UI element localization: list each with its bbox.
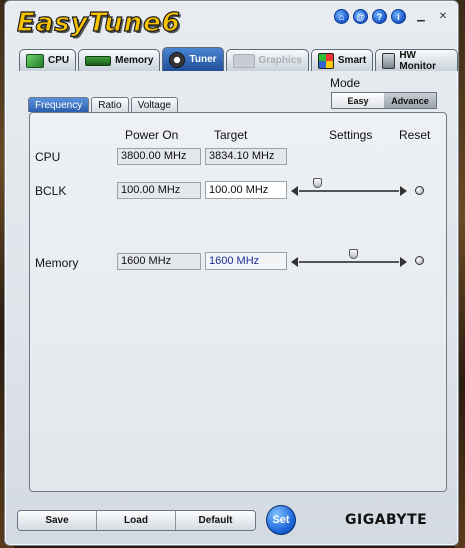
slider-right-arrow-icon[interactable] xyxy=(400,186,407,196)
memory-reset-radio[interactable] xyxy=(415,256,424,265)
tab-hw-monitor[interactable]: HW Monitor xyxy=(375,49,458,72)
frequency-panel xyxy=(29,112,447,492)
header-power-on: Power On xyxy=(125,128,179,142)
cpu-label: CPU xyxy=(35,150,61,164)
slider-track xyxy=(299,261,399,263)
tab-label: Smart xyxy=(337,55,367,66)
header-reset: Reset xyxy=(399,128,431,142)
sub-tabs: Frequency Ratio Voltage xyxy=(28,97,178,112)
mode-toggle: Easy Advance xyxy=(331,92,437,109)
help-icon[interactable]: ? xyxy=(372,9,387,24)
slider-thumb[interactable] xyxy=(312,178,322,188)
tab-label: Memory xyxy=(115,55,154,66)
slider-track xyxy=(299,190,399,192)
tab-label: CPU xyxy=(48,55,70,66)
bclk-power-on-value: 100.00 MHz xyxy=(117,182,201,199)
tab-label: Tuner xyxy=(189,54,217,65)
mode-label: Mode xyxy=(330,76,361,90)
slider-left-arrow-icon[interactable] xyxy=(291,186,298,196)
mode-advance-button[interactable]: Advance xyxy=(384,93,436,108)
app-logo: EasyTune6 xyxy=(16,7,181,38)
close-icon[interactable]: ✕ xyxy=(436,10,450,23)
subtab-voltage[interactable]: Voltage xyxy=(130,97,178,112)
set-button[interactable]: Set xyxy=(266,505,296,535)
cpu-target-value: 3834.10 MHz xyxy=(205,148,287,165)
tab-graphics[interactable]: Graphics xyxy=(225,49,309,71)
slider-thumb[interactable] xyxy=(349,249,359,259)
subtab-ratio[interactable]: Ratio xyxy=(91,97,129,112)
home-icon[interactable]: ⌂ xyxy=(334,9,349,24)
tab-memory[interactable]: Memory xyxy=(78,49,161,71)
slider-right-arrow-icon[interactable] xyxy=(400,257,407,267)
bclk-target-field[interactable]: 100.00 MHz xyxy=(205,181,287,199)
memory-module-icon xyxy=(85,55,112,66)
tuner-gauge-icon xyxy=(169,51,186,68)
load-button[interactable]: Load xyxy=(97,511,176,530)
bclk-reset-radio[interactable] xyxy=(415,186,424,195)
title-bar-icons: ⌂ @ ? i ▁ ✕ xyxy=(334,9,450,24)
cpu-chip-icon xyxy=(26,53,44,68)
slider-left-arrow-icon[interactable] xyxy=(291,257,298,267)
brand-logo: GIGABYTE xyxy=(345,512,428,528)
tab-label: Graphics xyxy=(258,55,302,66)
tab-smart[interactable]: Smart xyxy=(310,49,374,71)
tab-label: HW Monitor xyxy=(399,49,436,72)
memory-slider[interactable] xyxy=(291,249,407,269)
subtab-frequency[interactable]: Frequency xyxy=(28,97,90,112)
bclk-label: BCLK xyxy=(35,184,67,198)
header-target: Target xyxy=(214,128,248,142)
default-button[interactable]: Default xyxy=(176,511,255,530)
bottom-actions: Save Load Default xyxy=(17,510,256,531)
tab-tuner[interactable]: Tuner xyxy=(162,47,224,71)
memory-label: Memory xyxy=(35,256,79,270)
save-button[interactable]: Save xyxy=(18,511,97,530)
bclk-slider[interactable] xyxy=(291,178,407,198)
memory-power-on-value: 1600 MHz xyxy=(117,253,201,270)
mode-easy-button[interactable]: Easy xyxy=(332,93,384,108)
minimize-icon[interactable]: ▁ xyxy=(414,10,428,23)
header-settings: Settings xyxy=(329,128,373,142)
info-icon[interactable]: i xyxy=(391,9,406,24)
cpu-power-on-value: 3800.00 MHz xyxy=(117,148,201,165)
at-icon[interactable]: @ xyxy=(353,9,368,24)
graphics-card-icon xyxy=(232,53,255,68)
smart-cube-icon xyxy=(317,52,334,69)
tab-cpu[interactable]: CPU xyxy=(19,49,77,71)
hw-monitor-icon xyxy=(382,52,396,69)
main-tabs: CPU Memory Tuner Graphics Smart HW Monit… xyxy=(19,47,458,72)
memory-target-field[interactable]: 1600 MHz xyxy=(205,252,287,270)
